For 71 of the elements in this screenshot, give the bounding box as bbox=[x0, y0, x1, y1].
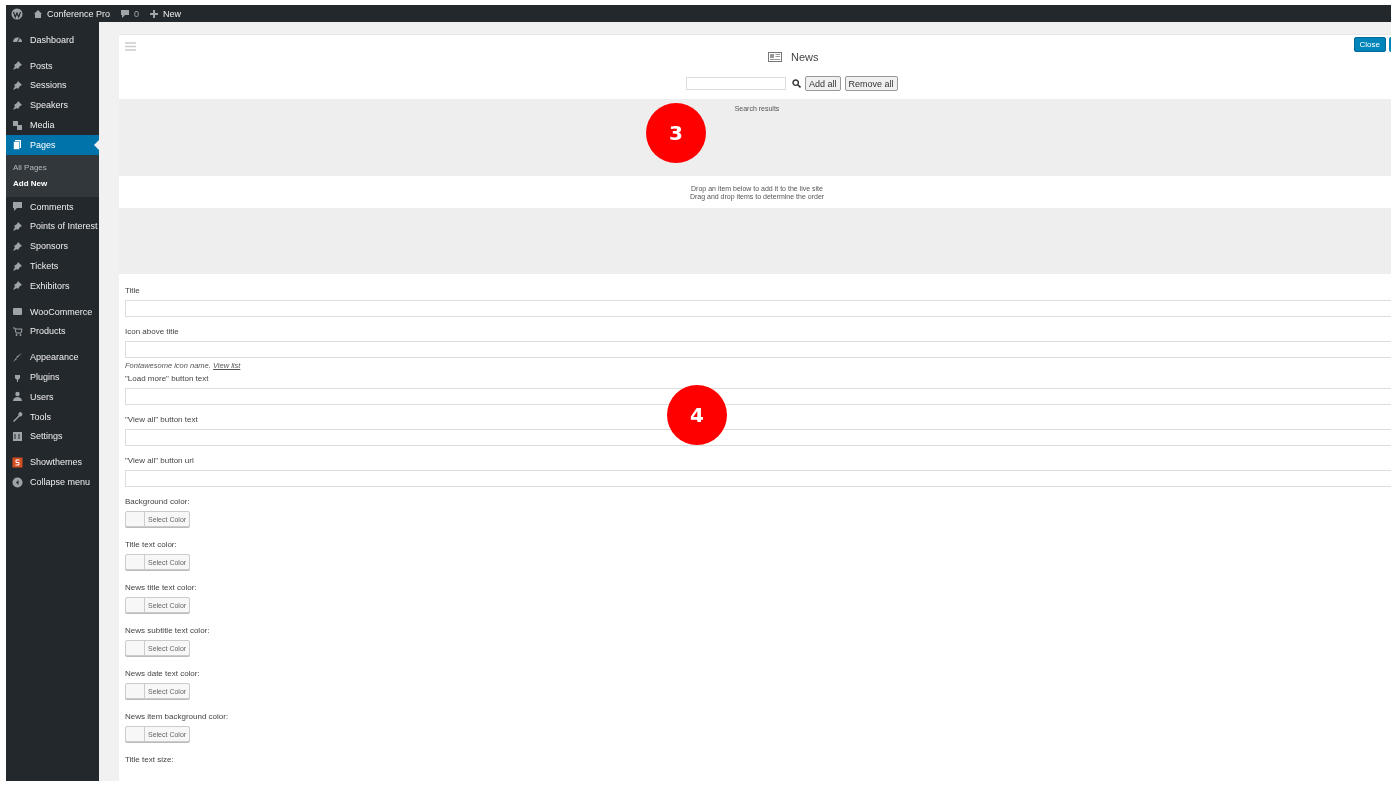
user-icon bbox=[12, 391, 23, 403]
cart-icon bbox=[12, 325, 23, 337]
site-name-link[interactable]: Conference Pro bbox=[33, 8, 111, 19]
plus-icon bbox=[149, 8, 160, 19]
field-label: "View all" button url bbox=[125, 455, 194, 467]
search-field[interactable] bbox=[686, 77, 786, 90]
sliders-icon bbox=[12, 430, 23, 442]
speech-bubble-icon bbox=[12, 201, 23, 213]
sidebar-item[interactable]: Tools bbox=[6, 406, 99, 427]
text-field[interactable] bbox=[125, 388, 1391, 405]
speech-bubble-icon bbox=[120, 8, 131, 19]
field-label: "Load more" button text bbox=[125, 373, 209, 385]
sidebar-item[interactable]: Speakers bbox=[6, 95, 99, 116]
collapse-icon bbox=[12, 476, 23, 488]
sidebar-item[interactable]: Tickets bbox=[6, 256, 99, 276]
sidebar-item[interactable]: Comments bbox=[6, 196, 99, 217]
sidebar-item[interactable]: Sessions bbox=[6, 75, 99, 96]
field-label: Background color: bbox=[125, 496, 190, 508]
new-link[interactable]: New bbox=[149, 8, 182, 19]
sidebar-item[interactable]: Dashboard bbox=[6, 30, 99, 50]
sidebar-item[interactable]: Posts bbox=[6, 55, 99, 76]
pin-icon bbox=[12, 260, 23, 272]
close-button[interactable]: Close bbox=[1353, 37, 1386, 52]
sidebar-item[interactable]: Appearance bbox=[6, 347, 99, 368]
sidebar-item[interactable]: Settings bbox=[6, 426, 99, 447]
field-label: "View all" button text bbox=[125, 414, 198, 426]
field-label: Icon above title bbox=[125, 326, 179, 338]
field-label: News item background color: bbox=[125, 711, 229, 723]
field-label: Title text size: bbox=[125, 754, 174, 766]
submenu-item[interactable]: All Pages bbox=[6, 159, 99, 176]
pin-icon bbox=[12, 280, 23, 292]
hamburger-icon bbox=[125, 42, 136, 51]
pin-icon bbox=[12, 60, 23, 72]
comments-link[interactable]: 0 bbox=[120, 8, 140, 19]
newspaper-icon bbox=[768, 52, 782, 62]
pin-icon bbox=[12, 80, 23, 91]
pin-icon bbox=[12, 220, 23, 232]
text-field[interactable] bbox=[125, 429, 1391, 446]
search-icon bbox=[792, 79, 801, 88]
field-label: News date text color: bbox=[125, 668, 200, 680]
sidebar-item[interactable]: Products bbox=[6, 321, 99, 342]
pin-icon bbox=[12, 240, 23, 252]
sidebar-item[interactable]: Showthemes bbox=[6, 452, 99, 473]
sidebar-item[interactable]: Points of Interest bbox=[6, 216, 99, 237]
sidebar-item[interactable]: WooCommerce bbox=[6, 301, 99, 322]
field-label: Title bbox=[125, 285, 140, 297]
home-icon bbox=[33, 8, 43, 19]
sidebar-item[interactable]: Collapse menu bbox=[6, 472, 99, 492]
add-all-button[interactable]: Add all bbox=[805, 76, 841, 91]
field-label: News title text color: bbox=[125, 582, 197, 594]
brush-icon bbox=[12, 351, 23, 363]
store-icon bbox=[12, 306, 23, 318]
sidebar-item[interactable]: Exhibitors bbox=[6, 275, 99, 296]
camera-icon bbox=[12, 119, 23, 131]
pin-icon bbox=[12, 99, 23, 111]
submenu-item[interactable]: Add New bbox=[6, 175, 99, 192]
field-label: News subtitle text color: bbox=[125, 625, 210, 637]
page-icon bbox=[12, 139, 23, 151]
sidebar-item[interactable]: Pages bbox=[6, 135, 99, 155]
sidebar-item[interactable]: Plugins bbox=[6, 367, 99, 387]
field-label: Title text color: bbox=[125, 539, 177, 551]
remove-all-button[interactable]: Remove all bbox=[844, 76, 898, 91]
s-logo-icon bbox=[12, 456, 23, 468]
sidebar-item[interactable]: Users bbox=[6, 386, 99, 407]
text-field[interactable] bbox=[125, 341, 1391, 358]
text-field[interactable] bbox=[125, 470, 1391, 487]
sidebar-item[interactable]: Media bbox=[6, 115, 99, 135]
sidebar-item[interactable]: Sponsors bbox=[6, 236, 99, 257]
wrench-icon bbox=[12, 411, 23, 423]
text-field[interactable] bbox=[125, 300, 1391, 317]
panel-title: News bbox=[791, 51, 819, 63]
